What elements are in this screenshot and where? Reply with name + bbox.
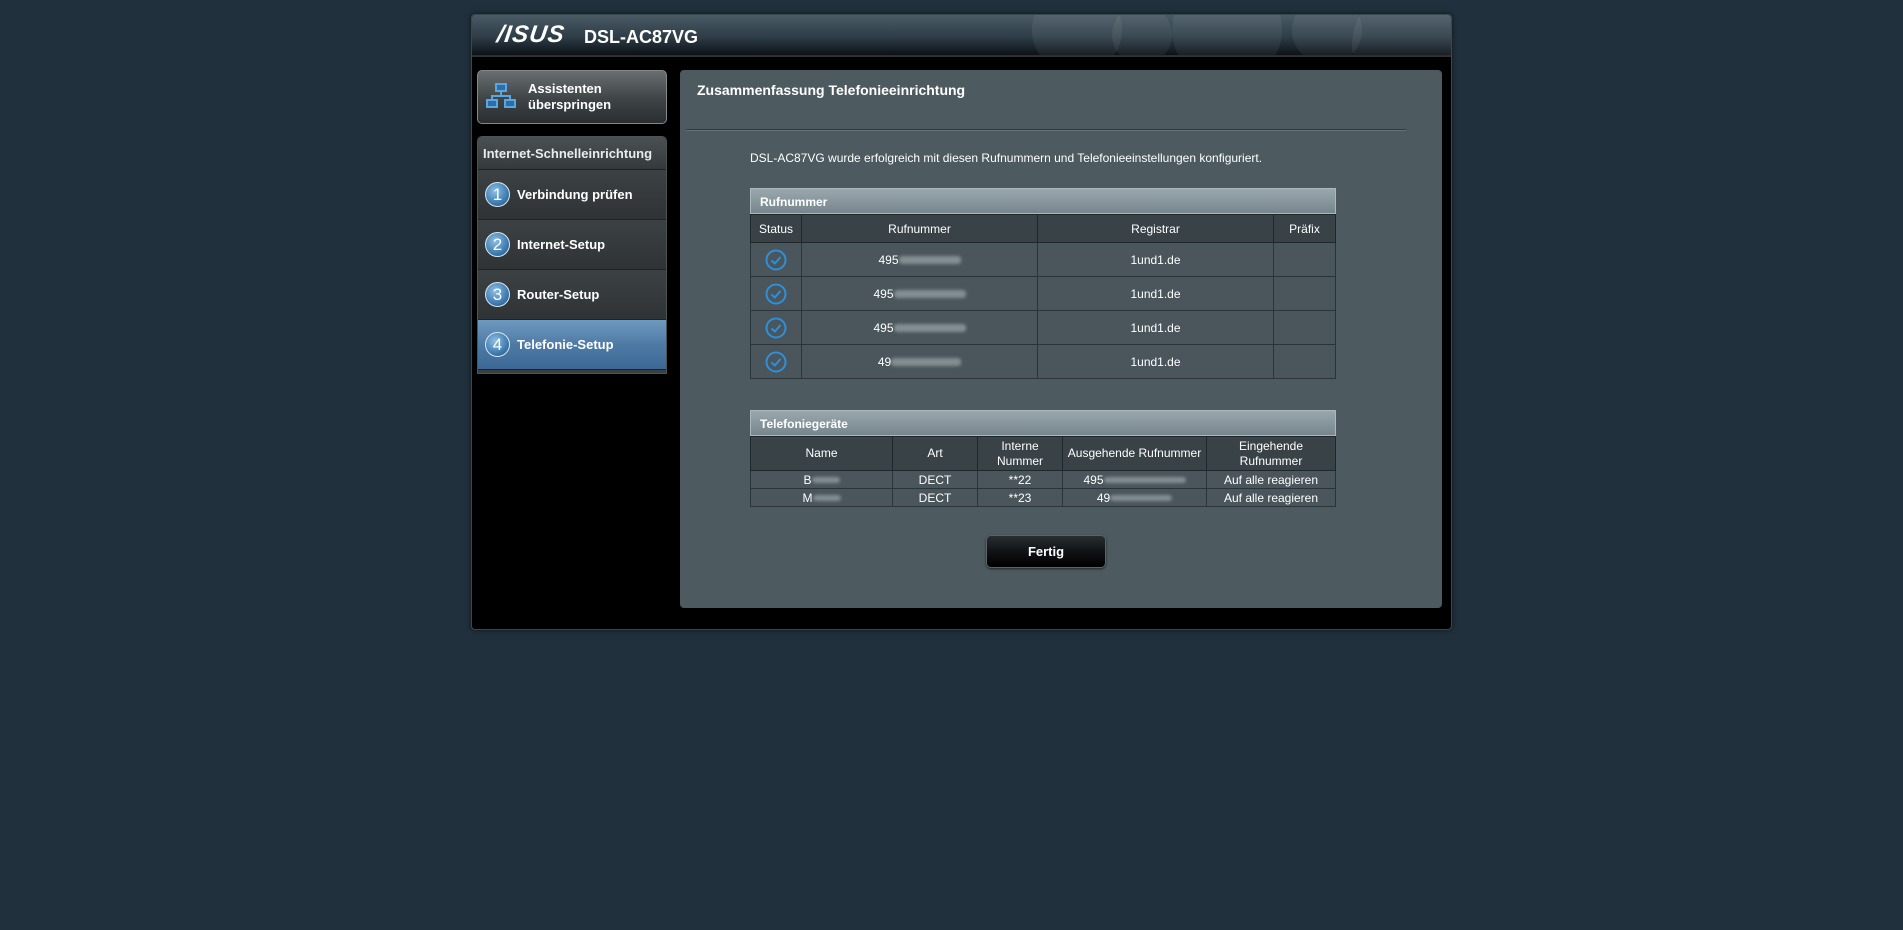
step-connection-check[interactable]: 1 Verbindung prüfen xyxy=(478,170,666,220)
prefix-cell xyxy=(1273,310,1336,345)
step-number-icon: 4 xyxy=(485,332,510,357)
page-title: Zusammenfassung Telefonieeinrichtung xyxy=(697,82,966,98)
column-header: Interne Nummer xyxy=(977,436,1063,471)
check-icon xyxy=(765,283,787,304)
status-cell xyxy=(750,344,802,379)
internal-number-cell: **23 xyxy=(977,488,1063,507)
registrar-cell: 1und1.de xyxy=(1037,344,1274,379)
prefix-cell xyxy=(1273,242,1336,277)
table-row: 49 1und1.de xyxy=(750,344,1336,379)
devices-table: Telefoniegeräte Name Art Interne Nummer … xyxy=(750,410,1336,507)
column-header: Rufnummer xyxy=(801,214,1038,243)
status-cell xyxy=(750,310,802,345)
incoming-number-cell: Auf alle reagieren xyxy=(1206,470,1336,489)
table-row: B DECT **22 495 Auf alle reagieren xyxy=(750,470,1336,489)
table-row: M DECT **23 49 Auf alle reagieren xyxy=(750,488,1336,507)
step-router-setup[interactable]: 3 Router-Setup xyxy=(478,270,666,320)
header-divider xyxy=(472,56,1451,71)
device-name: B xyxy=(803,472,812,487)
column-header: Status xyxy=(750,214,802,243)
step-label: Verbindung prüfen xyxy=(517,186,633,202)
table-row: 495 1und1.de xyxy=(750,242,1336,277)
table-row: 495 1und1.de xyxy=(750,310,1336,345)
step-label: Router-Setup xyxy=(517,286,600,302)
main-content: Zusammenfassung Telefonieeinrichtung DSL… xyxy=(680,70,1442,608)
column-header: Eingehende Rufnummer xyxy=(1206,436,1336,471)
step-telephony-setup[interactable]: 4 Telefonie-Setup xyxy=(478,320,666,370)
outgoing-number-cell: 49 xyxy=(1062,488,1207,507)
wizard-steps: Internet-Schnelleinrichtung 1 Verbindung… xyxy=(477,136,667,374)
skip-wizard-label: Assistenten überspringen xyxy=(528,81,612,112)
numbers-table-title: Rufnummer xyxy=(750,188,1336,214)
step-number-icon: 2 xyxy=(485,232,510,257)
device-name-cell: M xyxy=(750,488,893,507)
network-icon xyxy=(486,83,516,108)
registrar-cell: 1und1.de xyxy=(1037,276,1274,311)
registrar-cell: 1und1.de xyxy=(1037,310,1274,345)
column-header: Name xyxy=(750,436,893,471)
registrar-cell: 1und1.de xyxy=(1037,242,1274,277)
step-internet-setup[interactable]: 2 Internet-Setup xyxy=(478,220,666,270)
device-name: M xyxy=(802,490,813,505)
prefix-cell xyxy=(1273,276,1336,311)
title-divider xyxy=(686,129,1406,131)
step-label: Internet-Setup xyxy=(517,236,606,252)
steps-title: Internet-Schnelleinrichtung xyxy=(478,137,666,170)
number-cell: 495 xyxy=(801,242,1038,277)
number-cell: 495 xyxy=(801,310,1038,345)
numbers-table: Rufnummer Status Rufnummer Registrar Prä… xyxy=(750,188,1336,379)
check-icon xyxy=(765,249,787,270)
phone-number: 495 xyxy=(878,252,899,267)
incoming-number-cell: Auf alle reagieren xyxy=(1206,488,1336,507)
outgoing-number: 495 xyxy=(1083,472,1104,487)
internal-number-cell: **22 xyxy=(977,470,1063,489)
skip-wizard-button[interactable]: Assistenten überspringen xyxy=(477,70,667,124)
phone-number: 495 xyxy=(873,320,894,335)
status-cell xyxy=(750,242,802,277)
outgoing-number-cell: 495 xyxy=(1062,470,1207,489)
number-cell: 495 xyxy=(801,276,1038,311)
devices-table-title: Telefoniegeräte xyxy=(750,410,1336,436)
header-banner: /ISUS DSL-AC87VG xyxy=(472,15,1451,56)
step-number-icon: 3 xyxy=(485,282,510,307)
table-row: 495 1und1.de xyxy=(750,276,1336,311)
prefix-cell xyxy=(1273,344,1336,379)
check-icon xyxy=(765,351,787,372)
step-label: Telefonie-Setup xyxy=(517,336,614,352)
phone-number: 49 xyxy=(877,354,892,369)
column-header: Art xyxy=(892,436,978,471)
asus-logo: /ISUS xyxy=(495,21,567,48)
check-icon xyxy=(765,317,787,338)
summary-description: DSL-AC87VG wurde erfolgreich mit diesen … xyxy=(750,151,1263,165)
model-name: DSL-AC87VG xyxy=(584,27,699,47)
number-cell: 49 xyxy=(801,344,1038,379)
column-header: Präfix xyxy=(1273,214,1336,243)
status-cell xyxy=(750,276,802,311)
column-header: Registrar xyxy=(1037,214,1274,243)
outgoing-number: 49 xyxy=(1096,490,1111,505)
column-header: Ausgehende Rufnummer xyxy=(1062,436,1207,471)
router-window: /ISUS DSL-AC87VG Assistenten überspringe… xyxy=(471,14,1452,630)
device-type-cell: DECT xyxy=(892,488,978,507)
step-number-icon: 1 xyxy=(485,182,510,207)
finish-button[interactable]: Fertig xyxy=(986,535,1106,568)
device-type-cell: DECT xyxy=(892,470,978,489)
phone-number: 495 xyxy=(873,286,894,301)
device-name-cell: B xyxy=(750,470,893,489)
